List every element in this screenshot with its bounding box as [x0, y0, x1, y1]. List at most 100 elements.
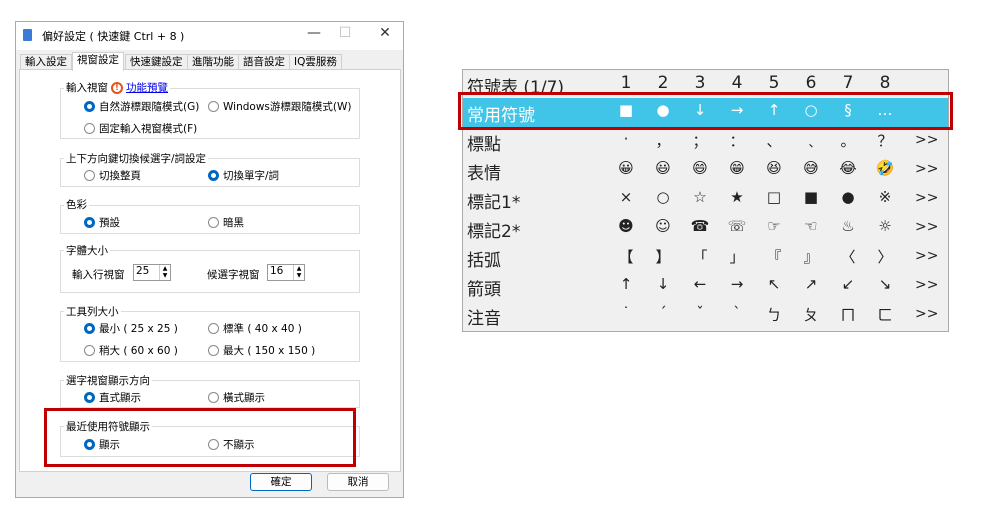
more-symbols-button[interactable]: >>: [915, 219, 938, 235]
symbol-cell[interactable]: □: [759, 188, 789, 206]
symbol-cell[interactable]: 【: [611, 246, 641, 267]
minimize-button[interactable]: —: [299, 25, 329, 41]
symbol-row[interactable]: 標點 · ， ； ： 、 ﹑ 。 ？ >>: [463, 127, 948, 156]
symbol-cell[interactable]: 】: [648, 246, 678, 267]
symbol-row[interactable]: 表情 😀 😃 😄 😁 😆 😅 😂 🤣 >>: [463, 156, 948, 185]
radio-switch-word[interactable]: 切換單字/詞: [208, 168, 279, 183]
more-symbols-button[interactable]: >>: [915, 248, 938, 264]
symbol-cell[interactable]: ㄅ: [759, 304, 789, 325]
ok-button[interactable]: 確定: [250, 473, 312, 491]
radio-dark-color[interactable]: 暗黑: [208, 215, 244, 230]
symbol-cell[interactable]: ●: [833, 188, 863, 206]
symbol-cell[interactable]: ☜: [796, 217, 826, 235]
symbol-cell[interactable]: ☼: [870, 217, 900, 235]
symbol-cell[interactable]: ﹑: [796, 130, 826, 151]
symbol-cell[interactable]: 〉: [870, 246, 900, 267]
symbol-cell[interactable]: ↘: [870, 275, 900, 293]
symbol-cell[interactable]: 😅: [796, 159, 826, 177]
symbol-cell[interactable]: ■: [796, 188, 826, 206]
symbol-cell[interactable]: ♨: [833, 217, 863, 235]
symbol-cell[interactable]: ☎: [685, 217, 715, 235]
symbol-cell[interactable]: 「: [685, 246, 715, 267]
symbol-cell[interactable]: ↙: [833, 275, 863, 293]
symbol-cell[interactable]: ○: [648, 188, 678, 206]
symbol-cell[interactable]: ：: [722, 130, 752, 151]
symbol-cell[interactable]: ↓: [648, 275, 678, 293]
symbol-cell[interactable]: 😄: [685, 159, 715, 177]
symbol-cell[interactable]: ˋ: [722, 304, 752, 322]
symbol-cell[interactable]: 🤣: [870, 159, 900, 177]
symbol-cell[interactable]: 」: [722, 246, 752, 267]
radio-vertical[interactable]: 直式顯示: [84, 390, 141, 405]
stepper-arrows-icon[interactable]: ▲ ▼: [159, 265, 170, 280]
symbol-cell[interactable]: ˇ: [685, 304, 715, 322]
symbol-cell[interactable]: 』: [796, 246, 826, 267]
tab-advanced[interactable]: 進階功能: [187, 54, 239, 70]
symbol-row[interactable]: 注音 ˙ ˊ ˇ ˋ ㄅㄆㄇㄈ >>: [463, 301, 948, 330]
symbol-cell[interactable]: ˊ: [648, 304, 678, 322]
more-symbols-button[interactable]: >>: [915, 190, 938, 206]
more-symbols-button[interactable]: >>: [915, 132, 938, 148]
tab-voice-settings[interactable]: 語音設定: [238, 54, 290, 70]
symbol-cell[interactable]: ·: [611, 130, 641, 148]
symbol-cell[interactable]: ★: [722, 188, 752, 206]
symbol-cell[interactable]: ˙: [611, 304, 641, 322]
symbol-cell[interactable]: ※: [870, 188, 900, 206]
symbol-cell[interactable]: 😃: [648, 159, 678, 177]
more-symbols-button[interactable]: >>: [915, 306, 938, 322]
symbol-cell[interactable]: ☞: [759, 217, 789, 235]
symbol-cell[interactable]: ☺: [648, 217, 678, 235]
radio-horizontal[interactable]: 橫式顯示: [208, 390, 265, 405]
symbol-cell[interactable]: 😁: [722, 159, 752, 177]
symbol-cell[interactable]: ↗: [796, 275, 826, 293]
tab-iq-cloud[interactable]: IQ雲服務: [289, 54, 342, 70]
tab-hotkey-settings[interactable]: 快速鍵設定: [125, 54, 188, 70]
symbol-cell[interactable]: 。: [833, 130, 863, 151]
symbol-cell[interactable]: ←: [685, 275, 715, 293]
symbol-cell[interactable]: 😆: [759, 159, 789, 177]
symbol-row[interactable]: 標記2* ☻ ☺ ☎ ☏ ☞ ☜ ♨ ☼ >>: [463, 214, 948, 243]
symbol-cell[interactable]: ↑: [611, 275, 641, 293]
tab-input-settings[interactable]: 輸入設定: [20, 54, 72, 70]
symbol-cell[interactable]: 😀: [611, 159, 641, 177]
close-button[interactable]: ✕: [370, 25, 400, 41]
symbol-row[interactable]: 括弧 【】「」『』〈〉 >>: [463, 243, 948, 272]
radio-toolbar-smallest[interactable]: 最小 ( 25 x 25 ): [84, 321, 178, 336]
more-symbols-button[interactable]: >>: [915, 161, 938, 177]
radio-selected-icon: [84, 392, 95, 403]
symbol-cell[interactable]: ☏: [722, 217, 752, 235]
symbol-cell[interactable]: ☻: [611, 217, 641, 235]
symbol-cell[interactable]: ㄆ: [796, 304, 826, 325]
radio-switch-page[interactable]: 切換整頁: [84, 168, 141, 183]
symbol-cell[interactable]: ×: [611, 188, 641, 206]
symbol-cell[interactable]: 〈: [833, 246, 863, 267]
radio-natural-cursor[interactable]: 自然游標跟隨模式(G): [84, 99, 199, 114]
radio-toolbar-largest[interactable]: 最大 ( 150 x 150 ): [208, 343, 315, 358]
symbol-cell[interactable]: ？: [870, 130, 900, 151]
symbol-cell[interactable]: ，: [648, 130, 678, 151]
feature-preview-link[interactable]: 功能預覽: [126, 80, 168, 95]
candidate-size-stepper[interactable]: 16 ▲ ▼: [267, 264, 305, 281]
symbol-row[interactable]: 標記1* × ○ ☆ ★ □ ■ ● ※ >>: [463, 185, 948, 214]
stepper-arrows-icon[interactable]: ▲ ▼: [293, 265, 304, 280]
symbol-cell[interactable]: →: [722, 275, 752, 293]
symbol-cell[interactable]: 、: [759, 130, 789, 151]
cancel-button[interactable]: 取消: [327, 473, 389, 491]
radio-default-color[interactable]: 預設: [84, 215, 120, 230]
symbol-cell[interactable]: ㄈ: [870, 304, 900, 325]
tab-window-settings[interactable]: 視窗設定: [72, 52, 124, 71]
symbol-cell[interactable]: 😂: [833, 159, 863, 177]
radio-toolbar-larger[interactable]: 稍大 ( 60 x 60 ): [84, 343, 178, 358]
symbol-row[interactable]: 箭頭 ↑ ↓ ← → ↖ ↗ ↙ ↘ >>: [463, 272, 948, 301]
symbol-cell[interactable]: ☆: [685, 188, 715, 206]
symbol-cell[interactable]: ㄇ: [833, 304, 863, 325]
radio-toolbar-standard[interactable]: 標準 ( 40 x 40 ): [208, 321, 302, 336]
maximize-button[interactable]: ☐: [330, 25, 360, 41]
more-symbols-button[interactable]: >>: [915, 277, 938, 293]
symbol-cell[interactable]: ；: [685, 130, 715, 151]
radio-fixed-window[interactable]: 固定輸入視窗模式(F): [84, 121, 197, 136]
radio-windows-cursor[interactable]: Windows游標跟隨模式(W): [208, 99, 351, 114]
input-line-size-stepper[interactable]: 25 ▲ ▼: [133, 264, 171, 281]
symbol-cell[interactable]: ↖: [759, 275, 789, 293]
symbol-cell[interactable]: 『: [759, 246, 789, 267]
